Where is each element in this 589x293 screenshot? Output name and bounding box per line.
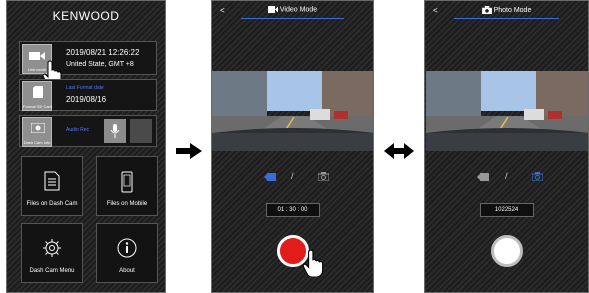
video-mode-icon[interactable] — [264, 173, 276, 181]
files-on-mobile-label: Files on Mobile — [106, 201, 148, 207]
info-icon — [117, 238, 137, 258]
hand-pointer-icon — [302, 249, 324, 277]
mode-title-text: Video Mode — [279, 6, 318, 14]
camera-icon[interactable] — [318, 172, 329, 181]
audio-off-button[interactable] — [130, 119, 152, 143]
files-on-mobile-button[interactable]: Files on Mobile — [96, 156, 158, 216]
mic-button[interactable] — [104, 119, 126, 143]
mode-title: Photo Mode — [425, 6, 588, 14]
date-time-value: 2019/08/21 12:26:22 — [66, 48, 140, 57]
dash-cam-menu-label: Dash Cam Menu — [29, 268, 75, 274]
last-format-caption: Last Format date — [66, 85, 104, 91]
mode-separator: / — [505, 171, 508, 181]
street-scene-image — [212, 71, 373, 151]
datetime-card[interactable]: Link mode 2019/08/21 12:26:22 United Sta… — [19, 41, 157, 86]
gear-icon — [43, 239, 61, 257]
camera-preview — [425, 71, 588, 151]
top-bar: < Photo Mode — [425, 1, 588, 19]
mode-selector: / — [212, 171, 373, 183]
camera-preview — [212, 71, 373, 151]
camera-icon — [481, 6, 492, 14]
dash-cam-info-tile[interactable]: Dash Cam Info — [22, 117, 52, 147]
street-scene-image — [426, 71, 588, 151]
capture-button[interactable] — [490, 235, 523, 267]
video-mode-screen: < Video Mode / 01: 30: 00 — [211, 0, 374, 293]
video-camera-icon — [267, 6, 278, 13]
dash-cam-info-label: Dash Cam Info — [23, 140, 51, 145]
brand-title: KENWOOD — [52, 9, 120, 23]
mode-separator: / — [291, 171, 294, 181]
sd-card-card[interactable]: Format SD Card Last Format date 2019/08/… — [19, 79, 157, 111]
microphone-icon — [110, 124, 120, 138]
mode-title-text: Photo Mode — [493, 6, 532, 14]
sd-card-icon — [33, 86, 43, 98]
files-on-dash-cam-button[interactable]: Files on Dash Cam — [21, 156, 83, 216]
camera-icon[interactable] — [532, 172, 543, 181]
dash-cam-menu-button[interactable]: Dash Cam Menu — [21, 223, 83, 283]
mode-underline — [454, 18, 559, 19]
format-sd-label: Format SD Card — [23, 104, 53, 109]
dash-cam-icon — [31, 123, 45, 133]
about-label: About — [119, 268, 135, 274]
format-sd-tile[interactable]: Format SD Card — [22, 81, 52, 111]
recording-timer: 01 : 30 : 00 — [265, 203, 320, 217]
mobile-phone-icon — [121, 171, 133, 193]
right-arrow-icon — [176, 143, 202, 159]
double-arrow-icon — [384, 143, 414, 159]
audio-card: Dash Cam Info Audio Rec — [19, 115, 157, 147]
mode-selector: / — [425, 171, 588, 183]
audio-rec-caption: Audio Rec — [66, 127, 90, 133]
photo-mode-screen: < Photo Mode / 1022524 — [424, 0, 589, 293]
region-value: United State, GMT +8 — [66, 61, 134, 68]
mode-underline — [240, 18, 344, 19]
mode-title: Video Mode — [212, 6, 373, 13]
photo-counter: 1022524 — [479, 203, 534, 217]
document-icon — [44, 171, 60, 191]
last-format-date: 2019/08/16 — [66, 95, 107, 104]
files-on-dash-cam-label: Files on Dash Cam — [26, 201, 78, 207]
about-button[interactable]: About — [96, 223, 158, 283]
top-bar: < Video Mode — [212, 1, 373, 19]
video-mode-icon[interactable] — [477, 173, 489, 181]
home-screen: KENWOOD Link mode 2019/08/21 12:26:22 Un… — [6, 0, 166, 293]
